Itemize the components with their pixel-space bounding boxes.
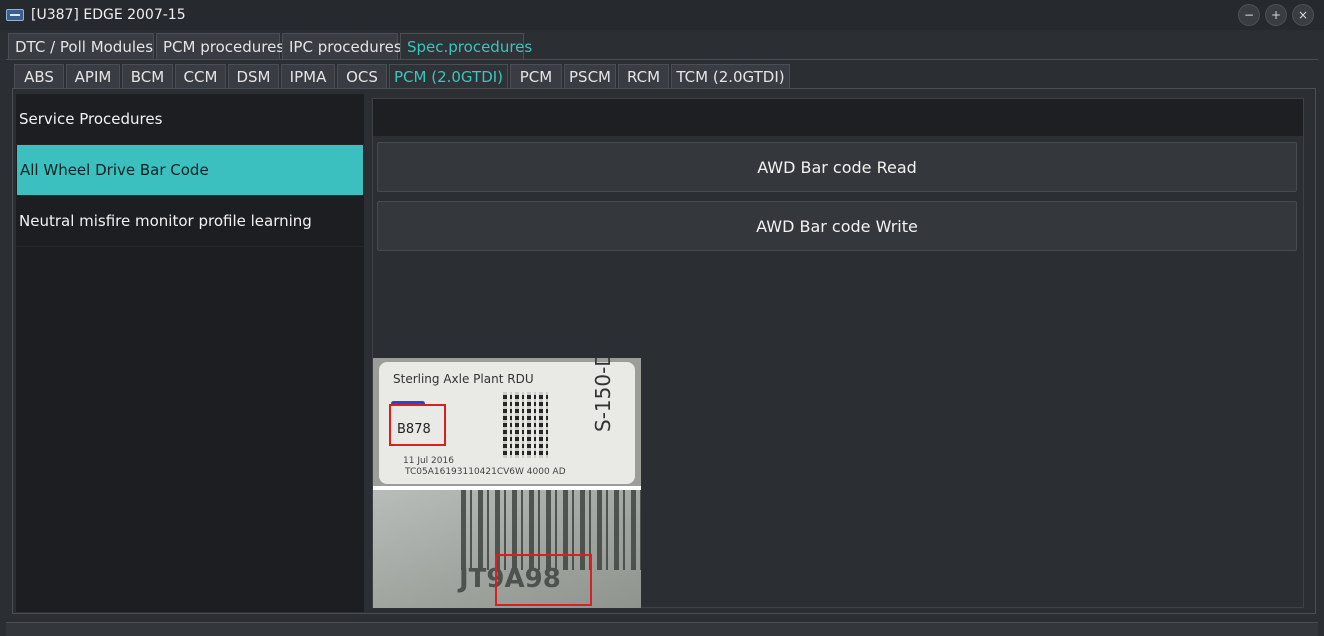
tab-pcm[interactable]: PCM bbox=[510, 64, 562, 88]
tab-bcm[interactable]: BCM bbox=[122, 64, 173, 88]
tab-ipma[interactable]: IPMA bbox=[281, 64, 335, 88]
label-serial-text: TC05A16193110421CV6W 4000 AD bbox=[405, 467, 566, 477]
tab-pcm-procedures[interactable]: PCM procedures bbox=[156, 33, 284, 59]
label-date-text: 11 Jul 2016 bbox=[403, 456, 454, 466]
tab-pscm[interactable]: PSCM bbox=[564, 64, 616, 88]
window-controls: − + × bbox=[1238, 4, 1314, 26]
tab-spec-procedures[interactable]: Spec.procedures bbox=[400, 33, 532, 59]
list-item-service-procedures[interactable]: Service Procedures bbox=[16, 94, 364, 145]
tab-abs[interactable]: ABS bbox=[14, 64, 64, 88]
awd-bar-code-read-button[interactable]: AWD Bar code Read bbox=[377, 142, 1297, 192]
title-bar: [U387] EDGE 2007-15 − + × bbox=[0, 0, 1324, 30]
label-photo-top: Sterling Axle Plant RDU B878 11 Jul 2016… bbox=[373, 358, 641, 486]
panel-header bbox=[373, 99, 1303, 136]
highlight-box-barcode bbox=[495, 554, 592, 606]
list-item-neutral-misfire[interactable]: Neutral misfire monitor profile learning bbox=[16, 196, 364, 247]
awd-bar-code-write-button[interactable]: AWD Bar code Write bbox=[377, 201, 1297, 251]
minimize-button[interactable]: − bbox=[1238, 4, 1260, 26]
procedure-list: Service Procedures All Wheel Drive Bar C… bbox=[16, 94, 364, 612]
qr-code-icon bbox=[503, 392, 551, 458]
app-window: [U387] EDGE 2007-15 − + × DTC / Poll Mod… bbox=[0, 0, 1324, 636]
tab-ipc-procedures[interactable]: IPC procedures bbox=[282, 33, 402, 59]
tab-divider bbox=[6, 59, 1318, 60]
tab-tcm-2-0gtdi[interactable]: TCM (2.0GTDI) bbox=[671, 64, 790, 88]
label-photo-bottom: JT9A98 bbox=[373, 490, 641, 608]
maximize-button[interactable]: + bbox=[1265, 4, 1287, 26]
barcode-label-image: Sterling Axle Plant RDU B878 11 Jul 2016… bbox=[373, 358, 641, 608]
label-sticker: Sterling Axle Plant RDU B878 11 Jul 2016… bbox=[379, 358, 635, 484]
highlight-box-code bbox=[389, 404, 446, 446]
label-plant-text: Sterling Axle Plant RDU bbox=[393, 372, 534, 386]
tab-dtc-poll-modules[interactable]: DTC / Poll Modules bbox=[8, 33, 154, 59]
tab-pcm-2-0gtdi[interactable]: PCM (2.0GTDI) bbox=[389, 64, 508, 88]
tab-ocs[interactable]: OCS bbox=[337, 64, 387, 88]
app-logo-icon bbox=[6, 9, 24, 21]
tab-dsm[interactable]: DSM bbox=[228, 64, 279, 88]
close-button[interactable]: × bbox=[1292, 4, 1314, 26]
main-tab-bar: DTC / Poll Modules PCM procedures IPC pr… bbox=[8, 33, 532, 59]
list-item-awd-bar-code[interactable]: All Wheel Drive Bar Code bbox=[17, 145, 363, 196]
module-tab-bar: ABS APIM BCM CCM DSM IPMA OCS PCM (2.0GT… bbox=[14, 64, 790, 88]
status-bar bbox=[6, 622, 1318, 636]
tab-rcm[interactable]: RCM bbox=[618, 64, 669, 88]
label-side-text: S-150-D bbox=[591, 358, 615, 432]
tab-ccm[interactable]: CCM bbox=[175, 64, 226, 88]
tab-apim[interactable]: APIM bbox=[66, 64, 120, 88]
window-title: [U387] EDGE 2007-15 bbox=[31, 7, 186, 23]
